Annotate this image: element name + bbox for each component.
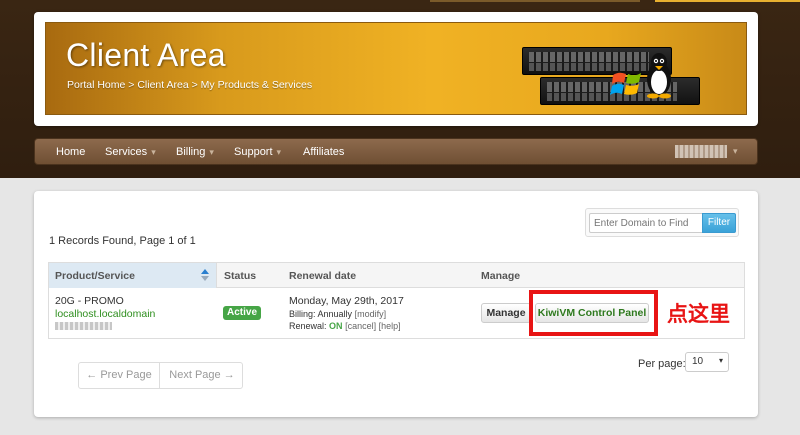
billing-label: Billing: Annually bbox=[289, 309, 353, 319]
manage-button[interactable]: Manage bbox=[481, 303, 531, 323]
highlight-box bbox=[529, 290, 658, 336]
renewal-date: Monday, May 29th, 2017 bbox=[289, 295, 404, 307]
chevron-down-icon[interactable]: ▾ bbox=[733, 146, 738, 157]
redacted-ip bbox=[55, 321, 155, 334]
network-switch-illustration bbox=[522, 41, 702, 111]
pagination: ← Prev Page Next Page → bbox=[78, 362, 243, 389]
table-header: Product/Service Status Renewal date Mana… bbox=[49, 263, 744, 288]
filter-button[interactable]: Filter bbox=[702, 213, 736, 233]
top-accent-line-yellow bbox=[655, 0, 800, 2]
domain-filter-box: Filter bbox=[585, 208, 739, 237]
nav-affiliates-label: Affiliates bbox=[303, 146, 345, 158]
column-header-manage: Manage bbox=[481, 270, 521, 282]
domain-search-input[interactable] bbox=[589, 213, 703, 233]
per-page-value: 10 bbox=[692, 356, 704, 367]
product-name: 20G - PROMO bbox=[55, 295, 124, 307]
renewal-info: Renewal: ON [cancel] [help] bbox=[289, 321, 401, 331]
column-header-status[interactable]: Status bbox=[224, 270, 256, 282]
header-banner: Client Area Portal Home > Client Area > … bbox=[45, 22, 747, 115]
page-title: Client Area bbox=[66, 37, 226, 73]
breadcrumb: Portal Home > Client Area > My Products … bbox=[67, 79, 313, 91]
click-here-annotation: 点这里 bbox=[667, 302, 730, 326]
renewal-help-link[interactable]: help bbox=[381, 321, 398, 331]
header-card: Client Area Portal Home > Client Area > … bbox=[34, 12, 758, 126]
chevron-down-icon: ▾ bbox=[151, 147, 156, 157]
nav-billing-label: Billing bbox=[176, 146, 206, 158]
linux-penguin-icon bbox=[647, 53, 671, 99]
renewal-cancel-link[interactable]: cancel bbox=[348, 321, 374, 331]
chevron-down-icon: ▾ bbox=[718, 356, 723, 365]
per-page-select[interactable]: 10 ▾ bbox=[685, 352, 729, 372]
nav-home[interactable]: Home bbox=[56, 146, 85, 158]
renewal-state: ON bbox=[329, 321, 343, 331]
nav-support[interactable]: Support ▾ bbox=[234, 146, 281, 158]
nav-support-label: Support bbox=[234, 146, 273, 158]
products-panel: Filter 1 Records Found, Page 1 of 1 Prod… bbox=[34, 191, 758, 417]
nav-affiliates[interactable]: Affiliates bbox=[303, 146, 344, 158]
windows-logo-icon bbox=[610, 72, 641, 95]
column-header-product[interactable]: Product/Service bbox=[55, 270, 135, 282]
nav-services[interactable]: Services ▾ bbox=[105, 146, 156, 158]
nav-services-label: Services bbox=[105, 146, 148, 158]
nav-billing[interactable]: Billing ▾ bbox=[176, 146, 214, 158]
chevron-down-icon: ▾ bbox=[209, 147, 214, 157]
nav-home-label: Home bbox=[56, 146, 86, 158]
renewal-label: Renewal: bbox=[289, 321, 327, 331]
next-page-button[interactable]: Next Page → bbox=[161, 363, 243, 388]
sort-icon[interactable] bbox=[201, 269, 209, 281]
billing-info: Billing: Annually [modify] bbox=[289, 309, 387, 319]
product-domain-link[interactable]: localhost.localdomain bbox=[55, 308, 155, 321]
main-nav: Home Services ▾ Billing ▾ Support ▾ Affilia… bbox=[34, 138, 758, 165]
prev-page-button[interactable]: ← Prev Page bbox=[79, 363, 160, 388]
billing-modify-link[interactable]: modify bbox=[357, 309, 384, 319]
top-accent-line bbox=[430, 0, 640, 2]
renewal-cell: Monday, May 29th, 2017 Billing: Annually… bbox=[289, 295, 404, 332]
records-count: 1 Records Found, Page 1 of 1 bbox=[49, 235, 196, 247]
column-header-renewal[interactable]: Renewal date bbox=[289, 270, 356, 282]
chevron-down-icon: ▾ bbox=[276, 147, 282, 157]
status-badge: Active bbox=[223, 306, 262, 320]
nav-user-name-redacted[interactable] bbox=[675, 145, 727, 158]
product-cell: 20G - PROMO localhost.localdomain bbox=[55, 295, 155, 334]
per-page-label: Per page: bbox=[638, 358, 686, 370]
